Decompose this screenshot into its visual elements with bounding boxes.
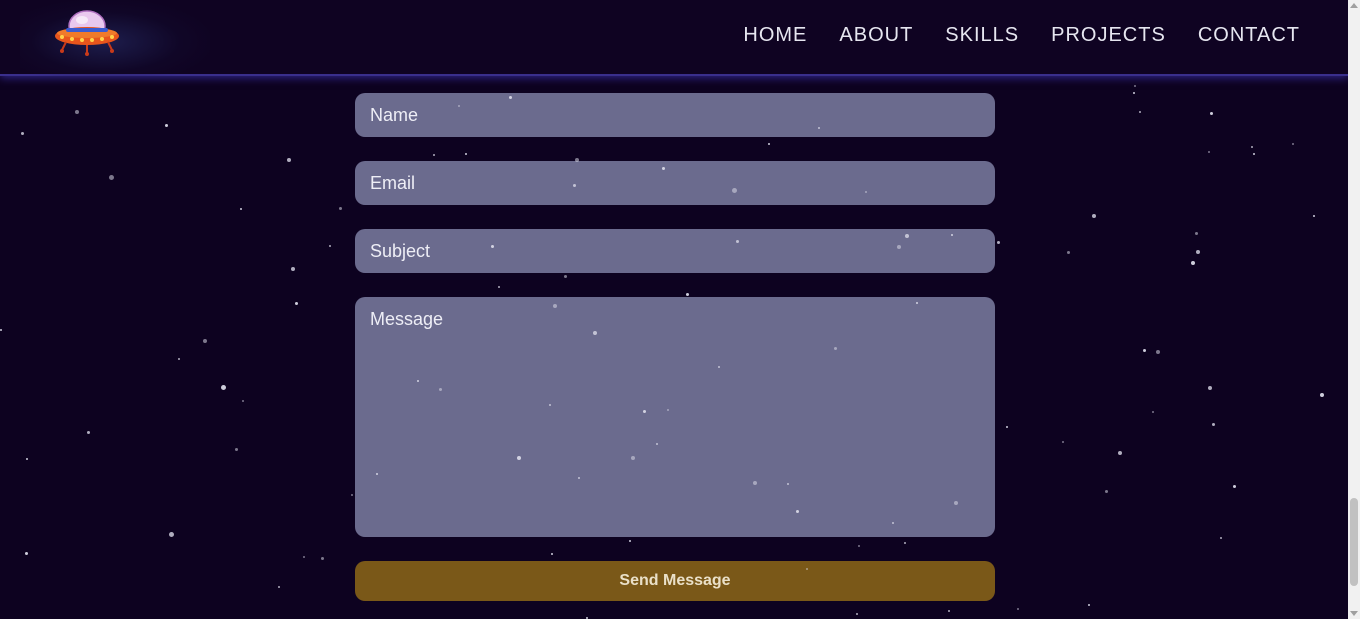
main-nav: HOME ABOUT SKILLS PROJECTS CONTACT (743, 24, 1300, 47)
star (321, 557, 324, 560)
star (1251, 146, 1253, 148)
star (1067, 251, 1070, 254)
star (291, 267, 295, 271)
star (203, 339, 207, 343)
star (1320, 393, 1324, 397)
star (351, 494, 353, 496)
star (240, 208, 242, 210)
star (1195, 232, 1198, 235)
star (287, 158, 291, 162)
email-input[interactable] (355, 161, 995, 205)
nav-about[interactable]: ABOUT (839, 24, 913, 47)
star (0, 329, 2, 331)
contact-form: Send Message (355, 93, 995, 601)
nav-home[interactable]: HOME (743, 24, 807, 47)
star (856, 613, 858, 615)
star (1313, 215, 1315, 217)
star (178, 358, 180, 360)
star (1208, 151, 1210, 153)
star (1233, 485, 1236, 488)
scroll-down-icon[interactable] (1350, 611, 1358, 616)
star (1133, 92, 1135, 94)
star (75, 110, 79, 114)
star (303, 556, 305, 558)
page-scrollbar[interactable] (1348, 0, 1360, 619)
star (1105, 490, 1108, 493)
star (87, 431, 90, 434)
star (1088, 604, 1090, 606)
star (1220, 537, 1222, 539)
message-textarea[interactable] (355, 297, 995, 537)
star (997, 241, 1000, 244)
star (1196, 250, 1200, 254)
send-message-button[interactable]: Send Message (355, 561, 995, 601)
scroll-up-icon[interactable] (1350, 3, 1358, 8)
nav-projects[interactable]: PROJECTS (1051, 24, 1166, 47)
nav-skills[interactable]: SKILLS (945, 24, 1019, 47)
star (169, 532, 174, 537)
star (1092, 214, 1096, 218)
scroll-thumb[interactable] (1350, 498, 1358, 586)
star (1210, 112, 1213, 115)
ufo-icon[interactable] (52, 8, 122, 56)
star (948, 610, 950, 612)
star (1191, 261, 1195, 265)
star (1156, 350, 1160, 354)
star (1062, 441, 1064, 443)
star (235, 448, 238, 451)
star (1253, 153, 1255, 155)
star (278, 586, 280, 588)
nav-contact[interactable]: CONTACT (1198, 24, 1300, 47)
star (25, 552, 28, 555)
star (1212, 423, 1215, 426)
star (1006, 426, 1008, 428)
star (165, 124, 168, 127)
star (1152, 411, 1154, 413)
star (1134, 85, 1136, 87)
star (1143, 349, 1146, 352)
star (1139, 111, 1141, 113)
star (242, 400, 244, 402)
star (26, 458, 28, 460)
star (21, 132, 24, 135)
star (109, 175, 114, 180)
star (339, 207, 342, 210)
star (329, 245, 331, 247)
star (221, 385, 226, 390)
subject-input[interactable] (355, 229, 995, 273)
star (1017, 608, 1019, 610)
star (1118, 451, 1122, 455)
navbar: HOME ABOUT SKILLS PROJECTS CONTACT (0, 0, 1348, 76)
name-input[interactable] (355, 93, 995, 137)
star (1208, 386, 1212, 390)
star (295, 302, 298, 305)
star (1292, 143, 1294, 145)
